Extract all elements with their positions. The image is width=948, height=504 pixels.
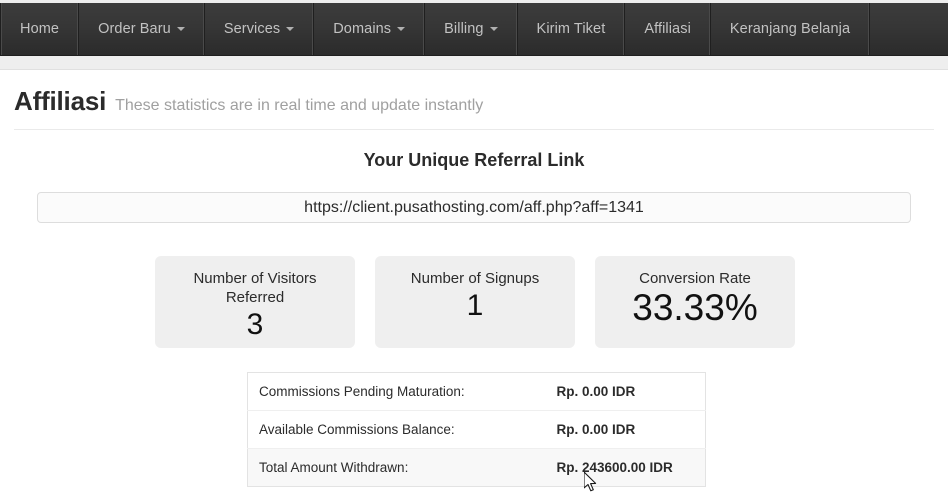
commission-label: Commissions Pending Maturation:	[259, 384, 465, 399]
stats-row: Number of Visitors Referred 3 Number of …	[155, 256, 795, 348]
stat-value: 33.33%	[632, 286, 758, 328]
commission-value: Rp. 0.00 IDR	[506, 410, 706, 449]
stat-value: 1	[466, 288, 484, 322]
nav-item-kirim-tiket[interactable]: Kirim Tiket	[518, 3, 626, 55]
nav-item-billing[interactable]: Billing	[425, 3, 518, 55]
stat-label: Conversion Rate	[639, 270, 751, 287]
nav-item-label: Order Baru	[98, 21, 171, 37]
page-subtitle: These statistics are in real time and up…	[115, 97, 484, 114]
chevron-down-icon	[286, 27, 295, 31]
referral-link-input[interactable]: https://client.pusathosting.com/aff.php?…	[37, 192, 911, 223]
nav-item-label: Home	[20, 21, 60, 37]
table-row: Total Amount Withdrawn: Rp. 243600.00 ID…	[247, 448, 706, 487]
referral-link-heading: Your Unique Referral Link	[363, 150, 585, 170]
nav-item-label: Affiliasi	[644, 21, 691, 37]
stat-box-signups: Number of Signups 1	[375, 256, 575, 348]
table-row: Available Commissions Balance: Rp. 0.00 …	[247, 410, 706, 449]
commission-value: Rp. 0.00 IDR	[556, 384, 636, 399]
commission-label: Total Amount Withdrawn:	[247, 448, 507, 487]
nav-item-label: Services	[223, 21, 281, 37]
table-row: Commissions Pending Maturation: Rp. 0.00…	[248, 373, 706, 411]
stat-value: 3	[246, 307, 264, 341]
navbar-under-band	[0, 56, 948, 70]
nav-item-keranjang-belanja[interactable]: Keranjang Belanja	[711, 3, 871, 55]
stat-label: Number of Signups	[410, 270, 540, 287]
nav-item-domains[interactable]: Domains	[314, 3, 426, 55]
page-header: Affiliasi These statistics are in real t…	[14, 86, 934, 130]
nav-item-label: Billing	[444, 21, 484, 37]
nav-item-label: Kirim Tiket	[536, 21, 606, 37]
chevron-down-icon	[489, 27, 498, 31]
nav-item-order-baru[interactable]: Order Baru	[79, 3, 205, 55]
nav-item-label: Keranjang Belanja	[729, 21, 851, 37]
stat-box-visitors-referred: Number of Visitors Referred 3	[155, 256, 355, 348]
commissions-table: Commissions Pending Maturation: Rp. 0.00…	[247, 372, 706, 487]
header-divider	[14, 129, 934, 130]
nav-item-services[interactable]: Services	[205, 3, 315, 55]
main-navigation: Home Order Baru Services Domains Billing…	[0, 3, 948, 56]
page-title-row: Affiliasi These statistics are in real t…	[14, 86, 934, 129]
page-title: Affiliasi	[14, 86, 107, 116]
nav-item-label: Domains	[333, 21, 392, 37]
stat-box-conversion-rate: Conversion Rate 33.33%	[595, 256, 795, 348]
commission-value: Rp. 243600.00 IDR	[506, 448, 706, 487]
chevron-down-icon	[397, 27, 406, 31]
stat-label: Number of Visitors Referred	[193, 270, 317, 306]
chevron-down-icon	[176, 27, 185, 31]
commission-label: Available Commissions Balance:	[247, 410, 507, 449]
nav-item-affiliasi[interactable]: Affiliasi	[625, 3, 711, 55]
nav-item-home[interactable]: Home	[0, 3, 80, 55]
